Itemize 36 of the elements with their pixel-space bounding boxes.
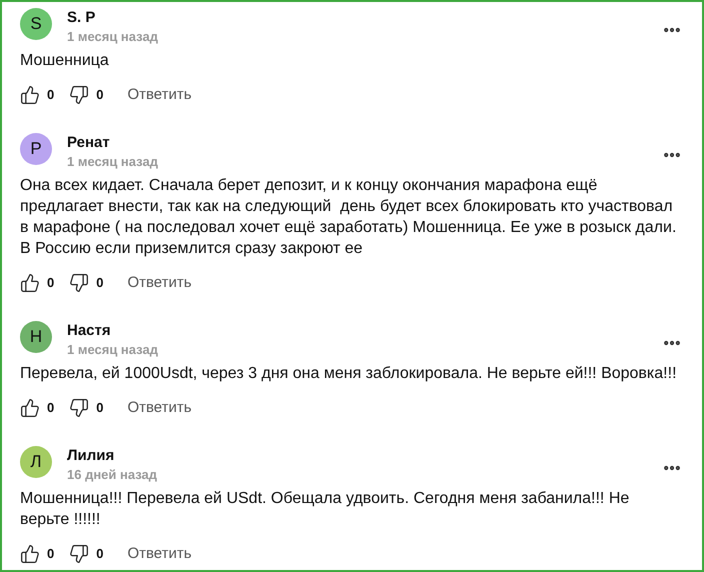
comment-date: 1 месяц назад bbox=[67, 28, 158, 46]
dislike-count: 0 bbox=[96, 274, 104, 292]
comment-text: Она всех кидает. Сначала берет депозит, и к концу окончания марафона ещё предлагает внести, так как на следующий день будет всех блокировать кто участвовал в марафоне ( на последовал хочет ещё заработать) Мошенница. Ее уже в розыск дали. В Россию если приземлится сразу закроют ее bbox=[20, 176, 678, 259]
comment-text: Мошенница!!! Перевела ей USdt. Обещала удвоить. Сегодня меня забанила!!! Не верьте !!!!!! bbox=[20, 489, 630, 530]
comment-date: 1 месяц назад bbox=[67, 153, 158, 171]
dislike-icon[interactable] bbox=[69, 273, 90, 293]
like-count: 0 bbox=[47, 274, 54, 292]
reply-button[interactable]: Ответить bbox=[127, 542, 192, 566]
like-icon[interactable] bbox=[20, 273, 40, 293]
reply-button[interactable]: Ответить bbox=[127, 396, 192, 420]
avatar: S bbox=[20, 8, 52, 40]
dislike-count: 0 bbox=[96, 86, 104, 104]
like-count: 0 bbox=[47, 545, 54, 564]
dislike-icon[interactable] bbox=[69, 85, 90, 105]
dislike-count: 0 bbox=[96, 399, 104, 418]
comment-date: 16 дней назад bbox=[67, 466, 158, 484]
author-name[interactable]: Ренат bbox=[67, 133, 158, 153]
reply-button[interactable]: Ответить bbox=[127, 272, 192, 294]
like-icon[interactable] bbox=[20, 544, 40, 564]
reply-button[interactable]: Ответить bbox=[127, 84, 192, 106]
avatar: Л bbox=[20, 446, 52, 478]
author-name[interactable]: Настя bbox=[67, 321, 158, 341]
avatar: Н bbox=[20, 321, 52, 353]
comment-date: 1 месяц назад bbox=[67, 341, 158, 359]
comment-text: Перевела, ей 1000Usdt, через 3 дня она меня заблокировала. Не верьте ей!!! Воровка!!! bbox=[20, 364, 678, 384]
like-icon[interactable] bbox=[20, 398, 40, 418]
dislike-icon[interactable] bbox=[69, 398, 90, 418]
like-icon[interactable] bbox=[20, 85, 40, 105]
author-name[interactable]: Лилия bbox=[67, 446, 158, 466]
like-count: 0 bbox=[47, 399, 54, 418]
avatar: Р bbox=[20, 133, 52, 165]
author-name[interactable]: S. P bbox=[67, 8, 158, 28]
dislike-icon[interactable] bbox=[69, 544, 90, 564]
like-count: 0 bbox=[47, 86, 54, 104]
comment-text: Мошенница bbox=[20, 51, 110, 71]
dislike-count: 0 bbox=[96, 545, 104, 564]
